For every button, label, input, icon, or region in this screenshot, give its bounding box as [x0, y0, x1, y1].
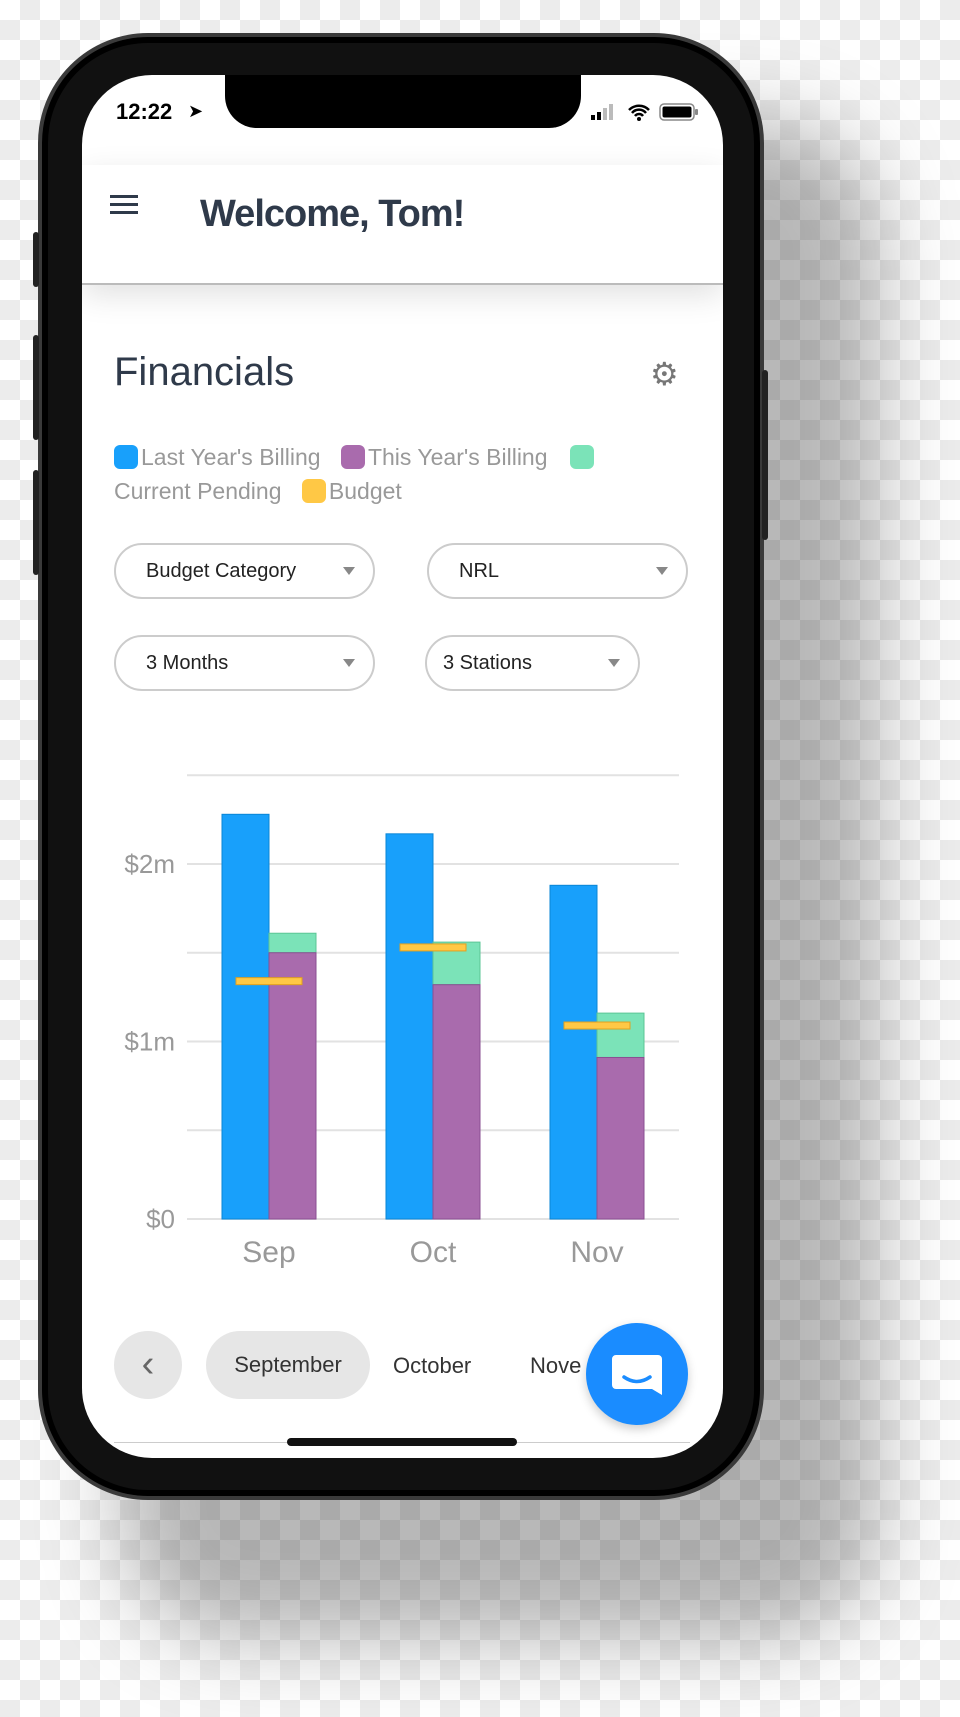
volume-up-button	[33, 335, 39, 440]
x-tick-label: Nov	[570, 1236, 623, 1269]
chevron-down-icon	[608, 659, 620, 667]
tab-october[interactable]: October	[393, 1353, 471, 1379]
status-icons	[591, 103, 699, 121]
bar-pending	[268, 932, 317, 954]
notch	[225, 75, 581, 128]
bar-pending	[596, 1012, 645, 1058]
group-dropdown[interactable]: NRL	[427, 543, 688, 599]
legend-swatch	[569, 445, 594, 469]
power-button	[762, 370, 768, 540]
legend-swatch	[114, 445, 138, 469]
billing-chart: $0 $1m $2m Sep Oct Nov	[124, 774, 679, 1269]
chevron-down-icon	[343, 659, 355, 667]
home-indicator	[287, 1438, 517, 1446]
y-tick-label: $2m	[124, 849, 175, 879]
hamburger-menu-icon[interactable]	[110, 190, 138, 219]
budget-marker	[235, 977, 303, 986]
status-time: 12:22	[116, 99, 173, 124]
chevron-down-icon	[343, 567, 355, 575]
period-dropdown[interactable]: 3 Months	[114, 635, 375, 691]
legend-swatch	[340, 445, 365, 469]
y-tick-label: $1m	[124, 1027, 175, 1057]
chat-button[interactable]	[586, 1323, 688, 1425]
legend-item-pending: Current Pending	[114, 478, 282, 504]
stations-dropdown[interactable]: 3 Stations	[425, 635, 640, 691]
gear-icon[interactable]: ⚙	[650, 355, 679, 393]
chat-icon	[612, 1355, 662, 1395]
chevron-down-icon	[656, 567, 668, 575]
bar-last-year	[221, 813, 270, 1220]
bar-last-year	[549, 884, 598, 1220]
tab-november[interactable]: Nove	[530, 1353, 581, 1379]
legend-item-last-year: Last Year's Billing	[114, 444, 321, 470]
budget-marker	[399, 943, 467, 952]
budget-category-dropdown[interactable]: Budget Category	[114, 543, 375, 599]
tab-september[interactable]: September	[206, 1331, 370, 1399]
wifi-icon	[628, 104, 650, 121]
bar-this-year	[596, 1056, 645, 1220]
legend-item-this-year: This Year's Billing	[327, 444, 548, 470]
volume-down-button	[33, 470, 39, 575]
app-screen: 12:22 ➤ Welcome, Tom! Financials ⚙ Last …	[82, 75, 723, 1458]
mute-switch	[33, 232, 39, 287]
x-tick-label: Oct	[410, 1236, 457, 1269]
previous-month-button[interactable]: ‹	[114, 1331, 182, 1399]
budget-marker	[563, 1021, 631, 1030]
y-tick-label: $0	[146, 1204, 175, 1234]
bar-this-year	[268, 952, 317, 1220]
bar-last-year	[385, 833, 434, 1220]
location-arrow-icon: ➤	[188, 101, 204, 121]
bar-this-year	[432, 984, 481, 1220]
legend-item-budget: Budget	[288, 478, 402, 504]
x-tick-label: Sep	[242, 1236, 295, 1269]
legend-swatch	[301, 479, 326, 503]
section-title: Financials	[114, 350, 295, 394]
battery-icon	[659, 103, 698, 121]
signal-icon	[591, 104, 613, 120]
page-title: Welcome, Tom!	[200, 193, 465, 235]
chart-legend: Last Year's Billing This Year's Billing …	[114, 440, 634, 508]
